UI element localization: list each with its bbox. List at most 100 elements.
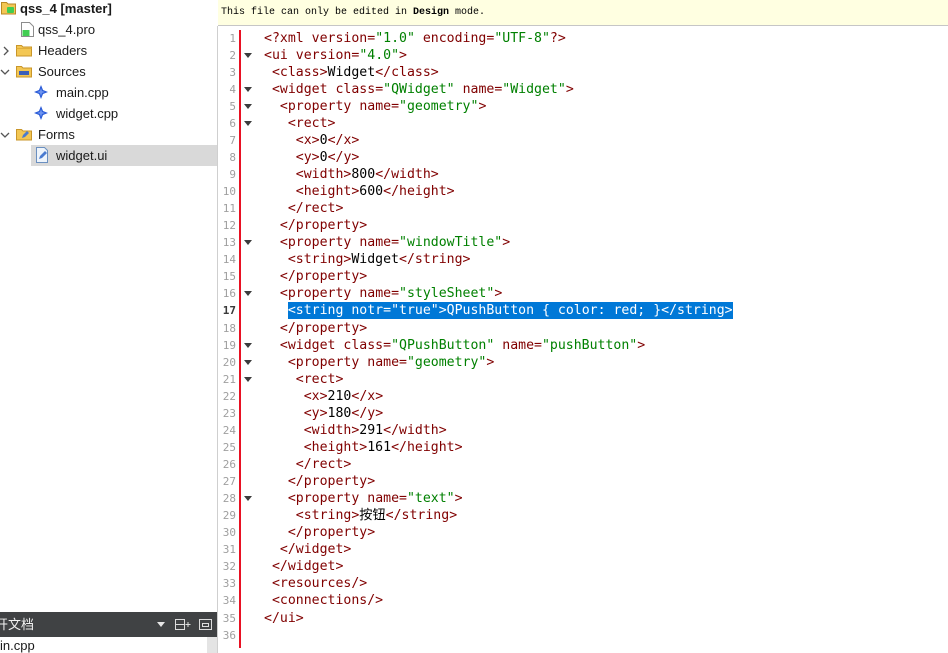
code-line[interactable]: <property name="geometry">: [264, 354, 495, 371]
editor-line[interactable]: 6 <rect>: [218, 115, 948, 132]
tree-item-main-cpp[interactable]: main.cpp: [0, 82, 217, 103]
code-line[interactable]: <x>0</x>: [264, 132, 360, 149]
editor-line[interactable]: 27 </property>: [218, 473, 948, 490]
editor-line[interactable]: 18 </property>: [218, 320, 948, 337]
code-line[interactable]: <string>按钮</string>: [264, 507, 457, 524]
code-line[interactable]: </rect>: [264, 456, 352, 473]
code-line[interactable]: <rect>: [264, 371, 344, 388]
editor-line[interactable]: 34 <connections/>: [218, 592, 948, 609]
editor-line[interactable]: 25 <height>161</height>: [218, 439, 948, 456]
code-line[interactable]: </ui>: [264, 610, 304, 627]
editor-line[interactable]: 30 </property>: [218, 524, 948, 541]
editor-line[interactable]: 14 <string>Widget</string>: [218, 251, 948, 268]
open-document-item[interactable]: in.cpp: [0, 637, 35, 653]
editor-line[interactable]: 29 <string>按钮</string>: [218, 507, 948, 524]
code-line[interactable]: <property name="text">: [264, 490, 463, 507]
editor-line[interactable]: 31 </widget>: [218, 541, 948, 558]
editor-line[interactable]: 23 <y>180</y>: [218, 405, 948, 422]
code-line[interactable]: </property>: [264, 268, 367, 285]
fold-arrow-icon[interactable]: [244, 52, 252, 58]
editor-line[interactable]: 17 <string notr="true">QPushButton { col…: [218, 302, 948, 320]
code-line[interactable]: <height>161</height>: [264, 439, 463, 456]
fold-arrow-icon[interactable]: [244, 103, 252, 109]
code-line[interactable]: <x>210</x>: [264, 388, 383, 405]
editor-line[interactable]: 20 <property name="geometry">: [218, 354, 948, 371]
editor-line[interactable]: 7 <x>0</x>: [218, 132, 948, 149]
editor-line[interactable]: 26 </rect>: [218, 456, 948, 473]
editor-line[interactable]: 12 </property>: [218, 217, 948, 234]
code-line[interactable]: <class>Widget</class>: [264, 64, 439, 81]
code-line[interactable]: <string>Widget</string>: [264, 251, 471, 268]
fold-arrow-icon[interactable]: [244, 120, 252, 126]
editor-line[interactable]: 28 <property name="text">: [218, 490, 948, 507]
editor-line[interactable]: 1 <?xml version="1.0" encoding="UTF-8"?>: [218, 30, 948, 47]
editor-line[interactable]: 8 <y>0</y>: [218, 149, 948, 166]
code-line[interactable]: <rect>: [264, 115, 336, 132]
fold-arrow-icon[interactable]: [244, 86, 252, 92]
chevron-right-icon[interactable]: [2, 46, 10, 56]
fold-arrow-icon[interactable]: [244, 291, 252, 297]
code-line[interactable]: </rect>: [264, 200, 344, 217]
split-pane-icon[interactable]: [175, 619, 191, 631]
code-line[interactable]: <y>180</y>: [264, 405, 383, 422]
code-line[interactable]: </widget>: [264, 558, 343, 575]
xml-editor[interactable]: 1 <?xml version="1.0" encoding="UTF-8"?> 2…: [217, 26, 948, 653]
code-line[interactable]: </property>: [264, 473, 375, 490]
editor-line[interactable]: 21 <rect>: [218, 371, 948, 388]
code-line[interactable]: <property name="windowTitle">: [264, 234, 510, 251]
editor-line[interactable]: 33 <resources/>: [218, 575, 948, 592]
editor-line[interactable]: 35 </ui>: [218, 610, 948, 627]
code-line[interactable]: <resources/>: [264, 575, 367, 592]
editor-line[interactable]: 22 <x>210</x>: [218, 388, 948, 405]
code-line[interactable]: <property name="styleSheet">: [264, 285, 502, 302]
editor-line[interactable]: 24 <width>291</width>: [218, 422, 948, 439]
tree-item-sources[interactable]: Sources: [0, 61, 217, 82]
editor-line[interactable]: 11 </rect>: [218, 200, 948, 217]
code-line[interactable]: </widget>: [264, 541, 351, 558]
editor-line[interactable]: 9 <width>800</width>: [218, 166, 948, 183]
editor-line[interactable]: 3 <class>Widget</class>: [218, 64, 948, 81]
code-line[interactable]: </property>: [264, 524, 375, 541]
code-line[interactable]: <ui version="4.0">: [264, 47, 407, 64]
tree-item-project[interactable]: qss_4 [master]: [0, 0, 217, 19]
fold-arrow-icon[interactable]: [244, 376, 252, 382]
scrollbar[interactable]: [207, 637, 217, 653]
fold-arrow-icon[interactable]: [244, 240, 252, 246]
editor-line[interactable]: 2 <ui version="4.0">: [218, 47, 948, 64]
tree-item-pro-file[interactable]: qss_4.pro: [0, 19, 217, 40]
tree-item-headers[interactable]: Headers: [0, 40, 217, 61]
code-line[interactable]: <connections/>: [264, 592, 383, 609]
code-line[interactable]: <widget class="QWidget" name="Widget">: [264, 81, 574, 98]
dropdown-arrow-icon[interactable]: [157, 622, 165, 627]
code-line[interactable]: </property>: [264, 320, 367, 337]
tree-item-widget-cpp[interactable]: widget.cpp: [0, 103, 217, 124]
chevron-down-icon[interactable]: [0, 68, 10, 76]
code-line[interactable]: </property>: [264, 217, 367, 234]
editor-line[interactable]: 32 </widget>: [218, 558, 948, 575]
code-area[interactable]: 1 <?xml version="1.0" encoding="UTF-8"?> 2…: [218, 30, 948, 653]
editor-line[interactable]: 16 <property name="styleSheet">: [218, 285, 948, 302]
fold-arrow-icon[interactable]: [244, 496, 252, 502]
close-pane-icon[interactable]: [199, 619, 212, 630]
code-line[interactable]: <width>800</width>: [264, 166, 439, 183]
editor-line[interactable]: 10 <height>600</height>: [218, 183, 948, 200]
editor-line[interactable]: 15 </property>: [218, 268, 948, 285]
code-line[interactable]: <string notr="true">QPushButton { color:…: [264, 302, 733, 320]
editor-line[interactable]: 5 <property name="geometry">: [218, 98, 948, 115]
code-line[interactable]: <widget class="QPushButton" name="pushBu…: [264, 337, 645, 354]
tree-item-widget-ui[interactable]: widget.ui: [0, 145, 217, 166]
code-line[interactable]: <width>291</width>: [264, 422, 447, 439]
code-line[interactable]: <height>600</height>: [264, 183, 455, 200]
code-line[interactable]: <property name="geometry">: [264, 98, 487, 115]
editor-line[interactable]: 13 <property name="windowTitle">: [218, 234, 948, 251]
editor-line[interactable]: 4 <widget class="QWidget" name="Widget">: [218, 81, 948, 98]
editor-line[interactable]: 19 <widget class="QPushButton" name="pus…: [218, 337, 948, 354]
open-documents-list[interactable]: in.cpp: [0, 637, 217, 653]
code-line[interactable]: <y>0</y>: [264, 149, 360, 166]
code-line[interactable]: <?xml version="1.0" encoding="UTF-8"?>: [264, 30, 566, 47]
chevron-down-icon[interactable]: [0, 131, 10, 139]
project-tree[interactable]: qss_4 [master] qss_4.pro Headers Sources…: [0, 0, 217, 612]
tree-item-forms[interactable]: Forms: [0, 124, 217, 145]
fold-arrow-icon[interactable]: [244, 342, 252, 348]
fold-arrow-icon[interactable]: [244, 359, 252, 365]
